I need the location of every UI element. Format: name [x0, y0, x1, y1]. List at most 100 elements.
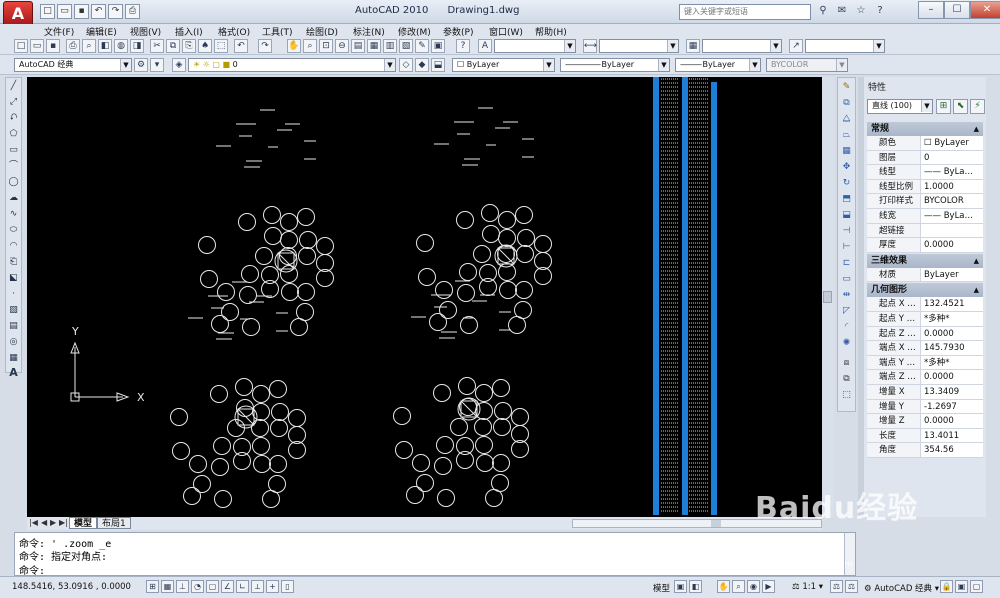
property-value[interactable]: 0.0000	[921, 238, 983, 252]
property-row[interactable]: 厚度 0.0000	[867, 238, 983, 253]
revcloud-icon[interactable]: ☁	[7, 192, 20, 205]
undo-icon[interactable]: ↶	[91, 4, 106, 19]
toolbar-lock-icon[interactable]: 🔒	[940, 580, 953, 593]
sheet-set-icon[interactable]: ▧	[399, 39, 413, 53]
property-value[interactable]: 0.0000	[921, 414, 983, 428]
design-center-icon[interactable]: ▦	[367, 39, 381, 53]
break-at-point-icon[interactable]: ⊏	[840, 257, 853, 270]
lineweight-display-icon[interactable]: ▯	[281, 580, 294, 593]
tab-prev-icon[interactable]: ◀	[41, 518, 47, 527]
quickcalc-icon[interactable]: ▣	[431, 39, 445, 53]
layer-combo[interactable]: ☀ ☼ ▢ ■ 0 ▼	[188, 58, 396, 72]
collapse-arrow-icon[interactable]: ▲	[974, 122, 979, 136]
property-row[interactable]: 端点 Y … *多种*	[867, 355, 983, 371]
match-properties-icon[interactable]: ♠	[198, 39, 212, 53]
property-value[interactable]: ByLayer	[921, 268, 983, 282]
tab-next-icon[interactable]: ▶	[50, 518, 56, 527]
ortho-mode-icon[interactable]: ⊥	[176, 580, 189, 593]
color-combo[interactable]: ☐ ByLayer ▼	[452, 58, 555, 72]
circle-icon[interactable]: ◯	[7, 176, 20, 189]
property-value[interactable]: 132.4521	[921, 297, 983, 311]
property-value[interactable]: *多种*	[921, 312, 983, 326]
save-icon[interactable]: ▪	[74, 4, 89, 19]
linetype-combo[interactable]: ————— ByLayer ▼	[560, 58, 670, 72]
model-space-label[interactable]: 模型	[653, 582, 670, 594]
pan-status-icon[interactable]: ✋	[717, 580, 730, 593]
paste-icon[interactable]: ⎘	[182, 39, 196, 53]
property-row[interactable]: 线型 —— ByLa…	[867, 165, 983, 180]
binoculars-icon[interactable]: ⚲	[815, 3, 831, 19]
redo-icon[interactable]: ↷	[258, 39, 272, 53]
ducs-icon[interactable]: ⟂	[251, 580, 264, 593]
annotation-visibility-icon[interactable]: ⚖	[830, 580, 843, 593]
property-row[interactable]: 材质 ByLayer	[867, 267, 983, 283]
ellipse-arc-icon[interactable]: ◠	[7, 240, 20, 253]
insert-block-icon[interactable]: ⎗	[7, 256, 20, 269]
polyline-icon[interactable]: ⮏	[7, 112, 20, 125]
close-button[interactable]: ✕	[970, 1, 1000, 19]
redo-icon[interactable]: ↷	[108, 4, 123, 19]
draworder-above-icon[interactable]: ⬚	[840, 389, 853, 402]
showmotion-icon[interactable]: ▶	[762, 580, 775, 593]
property-row[interactable]: 线宽 —— ByLa…	[867, 208, 983, 224]
multiline-text-icon[interactable]: A	[7, 366, 20, 379]
snap-mode-icon[interactable]: ⊞	[146, 580, 159, 593]
spline-icon[interactable]: ∿	[7, 208, 20, 221]
property-value[interactable]	[921, 224, 983, 238]
draworder-back-icon[interactable]: ⧉	[840, 373, 853, 386]
zoom-window-icon[interactable]: ⊡	[319, 39, 333, 53]
qnew-icon[interactable]: □	[14, 39, 28, 53]
tab-last-icon[interactable]: ▶|	[59, 518, 68, 527]
quick-view-layouts-icon[interactable]: ▣	[674, 580, 687, 593]
vertical-scrollbar[interactable]	[822, 77, 834, 517]
layer-manager-icon[interactable]: ◈	[172, 58, 186, 72]
block-editor-icon[interactable]: ⬚	[214, 39, 228, 53]
drawing-canvas[interactable]: YX	[27, 77, 822, 517]
chamfer-icon[interactable]: ◸	[840, 305, 853, 318]
plot-icon[interactable]: ⎙	[125, 4, 140, 19]
zoom-previous-icon[interactable]: ⊖	[335, 39, 349, 53]
zoom-realtime-icon[interactable]: ⌕	[303, 39, 317, 53]
auto-scale-icon[interactable]: ⚖	[845, 580, 858, 593]
tab-layout1[interactable]: 布局1	[97, 517, 131, 529]
maximize-button[interactable]: ☐	[944, 1, 970, 19]
workspace-switch[interactable]: ⚙ AutoCAD 经典 ▾	[864, 582, 939, 594]
property-row[interactable]: 起点 Y … *多种*	[867, 311, 983, 327]
collapse-arrow-icon[interactable]: ▲	[974, 254, 979, 268]
vertical-scroll-thumb[interactable]	[823, 291, 832, 303]
polar-tracking-icon[interactable]: ◔	[191, 580, 204, 593]
command-line[interactable]: 命令: ' .zoom _e 命令: 指定对角点: 命令:	[14, 532, 856, 577]
help-icon[interactable]: ?	[456, 39, 470, 53]
draworder-front-icon[interactable]: ⧈	[840, 357, 853, 370]
property-value[interactable]: 13.3409	[921, 385, 983, 399]
properties-section-header[interactable]: 三维效果 ▲	[867, 253, 983, 268]
property-row[interactable]: 增量 Z 0.0000	[867, 414, 983, 429]
join-icon[interactable]: ⇹	[840, 289, 853, 302]
trim-icon[interactable]: ⊣	[840, 225, 853, 238]
dim-style-combo[interactable]: ▼	[599, 39, 679, 53]
line-icon[interactable]: ╱	[7, 80, 20, 93]
table-icon[interactable]: ▦	[7, 352, 20, 365]
open-file-icon[interactable]: ▭	[57, 4, 72, 19]
property-value[interactable]: —— ByLa…	[921, 165, 983, 179]
property-row[interactable]: 起点 Z … 0.0000	[867, 326, 983, 342]
polygon-icon[interactable]: ⬠	[7, 128, 20, 141]
workspace-settings-icon[interactable]: ⚙	[134, 58, 148, 72]
tab-first-icon[interactable]: |◀	[29, 518, 38, 527]
3d-osnap-icon[interactable]: ∠	[221, 580, 234, 593]
object-snap-icon[interactable]: ▢	[206, 580, 219, 593]
cut-icon[interactable]: ✂	[150, 39, 164, 53]
stretch-icon[interactable]: ⬓	[840, 209, 853, 222]
property-value[interactable]: 145.7930	[921, 341, 983, 355]
zoom-status-icon[interactable]: ⌕	[732, 580, 745, 593]
publish-icon[interactable]: ◧	[98, 39, 112, 53]
make-block-icon[interactable]: ⬕	[7, 272, 20, 285]
scale-icon[interactable]: ⬒	[840, 193, 853, 206]
otrack-icon[interactable]: ∟	[236, 580, 249, 593]
property-row[interactable]: 颜色 ☐ ByLayer	[867, 136, 983, 151]
help-icon[interactable]: ?	[872, 3, 888, 19]
multileader-style-icon[interactable]: ↗	[789, 39, 803, 53]
horizontal-scroll-thumb[interactable]	[711, 520, 721, 527]
new-file-icon[interactable]: □	[40, 4, 55, 19]
tool-palettes-icon[interactable]: ▥	[383, 39, 397, 53]
